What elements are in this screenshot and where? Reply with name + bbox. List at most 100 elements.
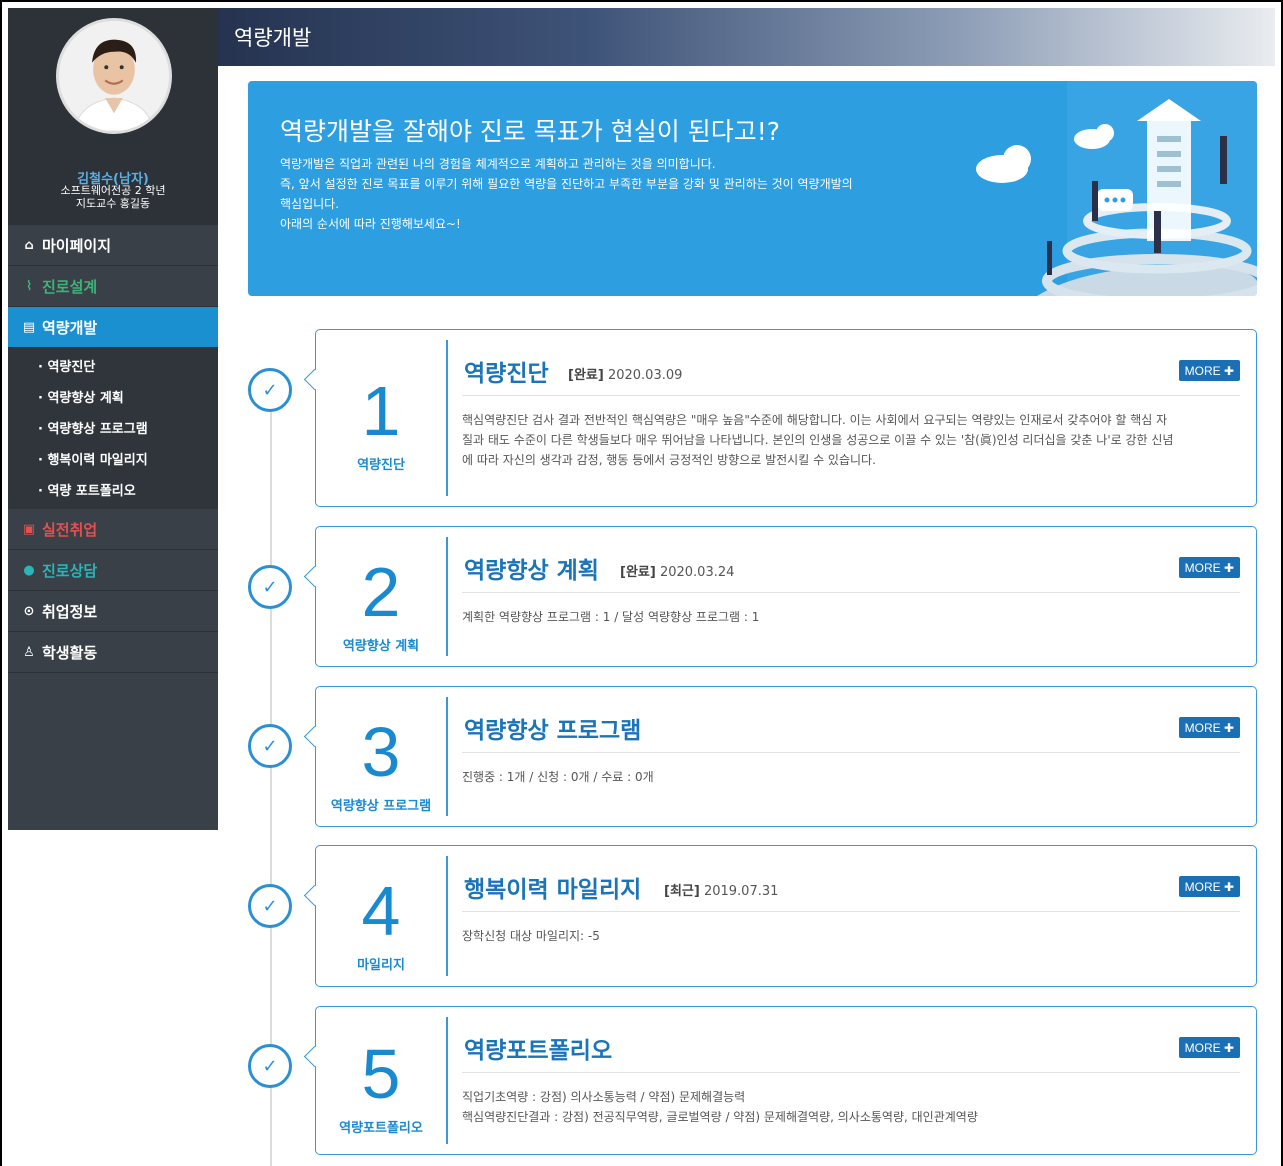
step-label: 마일리지 bbox=[357, 958, 405, 973]
sidebar-menu-lower: ▣ 실전취업 ● 진로상담 ⊙ 취업정보 ♙ 학생활동 bbox=[8, 509, 218, 673]
sidebar-item-career-design[interactable]: ⌇ 진로설계 bbox=[8, 266, 218, 307]
step-body-line: 계획한 역량향상 프로그램 : 1 / 달성 역량향상 프로그램 : 1 bbox=[462, 610, 760, 624]
step-title: 역량향상 계획 bbox=[464, 558, 599, 584]
submenu-mileage[interactable]: · 행복이력 마일리지 bbox=[8, 443, 218, 474]
more-button[interactable]: MORE ✚ bbox=[1178, 1037, 1240, 1058]
step-number-panel: 5 역량포트폴리오 bbox=[316, 1017, 448, 1144]
chat-icon: ● bbox=[23, 562, 35, 578]
step-body-line: 핵심역량진단 검사 결과 전반적인 핵심역량은 "매우 높음"수준에 해당합니다… bbox=[462, 413, 1168, 427]
sidebar-item-label: 취업정보 bbox=[42, 602, 98, 621]
step-header: 역량포트폴리오 MORE ✚ bbox=[462, 1017, 1240, 1073]
step-title: 역량진단 bbox=[464, 361, 549, 387]
users-icon: ♙ bbox=[23, 644, 35, 660]
step-label: 역량향상 프로그램 bbox=[330, 799, 432, 814]
sidebar-item-job-info[interactable]: ⊙ 취업정보 bbox=[8, 591, 218, 632]
step-body: 핵심역량진단 검사 결과 전반적인 핵심역량은 "매우 높음"수준에 해당합니다… bbox=[462, 396, 1240, 470]
step-status: [완료] 2020.03.24 bbox=[620, 561, 734, 580]
step-number-panel: 4 마일리지 bbox=[316, 856, 448, 976]
sidebar-menu: ⌂ 마이페이지 ⌇ 진로설계 ▤ 역량개발 bbox=[8, 225, 218, 348]
home-icon: ⌂ bbox=[24, 237, 34, 253]
step-date: 2020.03.09 bbox=[607, 368, 683, 383]
step-header: 역량진단 [완료] 2020.03.09 MORE ✚ bbox=[462, 340, 1240, 396]
sidebar-item-label: 역량개발 bbox=[42, 318, 98, 337]
step-number: 2 bbox=[361, 553, 401, 631]
sidebar-item-label: 마이페이지 bbox=[42, 236, 112, 255]
step-body-line: 직업기초역량 : 강점) 의사소통능력 / 약점) 문제해결능력 bbox=[462, 1090, 746, 1104]
step-body-line: 진행중 : 1개 / 신청 : 0개 / 수료 : 0개 bbox=[462, 770, 654, 784]
step-label: 역량포트폴리오 bbox=[339, 1121, 423, 1136]
step-number-panel: 3 역량향상 프로그램 bbox=[316, 697, 448, 816]
check-icon: ✓ bbox=[248, 368, 292, 412]
check-icon: ✓ bbox=[248, 724, 292, 768]
step-card-plan: 2 역량향상 계획 역량향상 계획 [완료] 2020.03.24 MORE ✚… bbox=[315, 526, 1257, 667]
step-content: 행복이력 마일리지 [최근] 2019.07.31 MORE ✚ 장학신청 대상… bbox=[462, 856, 1240, 946]
sidebar-item-label: 실전취업 bbox=[42, 520, 98, 539]
step-status: [최근] 2019.07.31 bbox=[664, 880, 778, 899]
step-body-line: 에 따라 자신의 생각과 감정, 행동 등에서 긍정적인 방향으로 발전시킬 수… bbox=[462, 453, 876, 467]
more-button[interactable]: MORE ✚ bbox=[1178, 360, 1240, 381]
submenu-diagnosis[interactable]: · 역량진단 bbox=[8, 350, 218, 381]
step-number-panel: 1 역량진단 bbox=[316, 340, 448, 496]
sidebar-item-employment[interactable]: ▣ 실전취업 bbox=[8, 509, 218, 550]
step-number: 4 bbox=[361, 872, 401, 950]
intro-banner: 역량개발을 잘해야 진로 목표가 현실이 된다고!? 역량개발은 직업과 관련된… bbox=[248, 81, 1257, 296]
sidebar-item-activities[interactable]: ♙ 학생활동 bbox=[8, 632, 218, 673]
id-card-icon: ▣ bbox=[22, 521, 36, 537]
banner-line: 핵심입니다. bbox=[280, 197, 340, 211]
more-button[interactable]: MORE ✚ bbox=[1178, 876, 1240, 897]
check-icon: ✓ bbox=[248, 565, 292, 609]
step-title: 역량포트폴리오 bbox=[464, 1038, 613, 1064]
avatar[interactable] bbox=[56, 18, 172, 134]
step-label: 역량향상 계획 bbox=[342, 639, 420, 654]
step-number: 5 bbox=[361, 1035, 401, 1113]
step-body-line: 질과 태도 수준이 다른 학생들보다 매우 뛰어남을 나타냅니다. 본인의 인생… bbox=[462, 433, 1174, 447]
step-body: 장학신청 대상 마일리지: -5 bbox=[462, 912, 1240, 946]
sidebar-item-label: 진로설계 bbox=[42, 277, 98, 296]
chart-icon: ⌇ bbox=[25, 278, 33, 294]
sidebar-item-competency[interactable]: ▤ 역량개발 bbox=[8, 307, 218, 348]
submenu-portfolio[interactable]: · 역량 포트폴리오 bbox=[8, 474, 218, 505]
info-icon: ⊙ bbox=[23, 603, 35, 619]
step-status-label: [최근] bbox=[664, 884, 700, 899]
profile-advisor: 지도교수 홍길동 bbox=[75, 197, 151, 210]
sidebar-item-mypage[interactable]: ⌂ 마이페이지 bbox=[8, 225, 218, 266]
banner-description: 역량개발은 직업과 관련된 나의 경험을 체계적으로 계획하고 관리하는 것을 … bbox=[280, 154, 930, 234]
step-body: 직업기초역량 : 강점) 의사소통능력 / 약점) 문제해결능력 핵심역량진단결… bbox=[462, 1073, 1240, 1127]
step-date: 2020.03.24 bbox=[659, 565, 735, 580]
step-content: 역량향상 프로그램 MORE ✚ 진행중 : 1개 / 신청 : 0개 / 수료… bbox=[462, 697, 1240, 787]
check-icon: ✓ bbox=[248, 1044, 292, 1088]
submenu-program[interactable]: · 역량향상 프로그램 bbox=[8, 412, 218, 443]
submenu-plan[interactable]: · 역량향상 계획 bbox=[8, 381, 218, 412]
step-content: 역량진단 [완료] 2020.03.09 MORE ✚ 핵심역량진단 검사 결과… bbox=[462, 340, 1240, 470]
sidebar: 김철수(남자) 소프트웨어전공 2 학년 지도교수 홍길동 ⌂ 마이페이지 ⌇ … bbox=[8, 8, 218, 830]
step-date: 2019.07.31 bbox=[703, 884, 779, 899]
check-icon: ✓ bbox=[248, 884, 292, 928]
step-card-portfolio: 5 역량포트폴리오 역량포트폴리오 MORE ✚ 직업기초역량 : 강점) 의사… bbox=[315, 1006, 1257, 1155]
banner-illustration bbox=[976, 81, 1257, 296]
sidebar-submenu: · 역량진단 · 역량향상 계획 · 역량향상 프로그램 · 행복이력 마일리지… bbox=[8, 348, 218, 509]
more-button[interactable]: MORE ✚ bbox=[1178, 717, 1240, 738]
step-status-label: [완료] bbox=[568, 368, 604, 383]
step-number: 1 bbox=[361, 372, 401, 450]
step-body-line: 장학신청 대상 마일리지: -5 bbox=[462, 929, 600, 943]
profile-panel: 김철수(남자) 소프트웨어전공 2 학년 지도교수 홍길동 bbox=[8, 8, 218, 225]
step-number-panel: 2 역량향상 계획 bbox=[316, 537, 448, 656]
sidebar-item-counseling[interactable]: ● 진로상담 bbox=[8, 550, 218, 591]
sidebar-item-label: 학생활동 bbox=[42, 643, 98, 662]
step-content: 역량포트폴리오 MORE ✚ 직업기초역량 : 강점) 의사소통능력 / 약점)… bbox=[462, 1017, 1240, 1127]
banner-line: 역량개발은 직업과 관련된 나의 경험을 체계적으로 계획하고 관리하는 것을 … bbox=[280, 157, 716, 171]
step-status-label: [완료] bbox=[620, 565, 656, 580]
step-body: 진행중 : 1개 / 신청 : 0개 / 수료 : 0개 bbox=[462, 753, 1240, 787]
page-header: 역량개발 bbox=[218, 8, 1275, 66]
banner-line: 즉, 앞서 설정한 진로 목표를 이루기 위해 필요한 역량을 진단하고 부족한… bbox=[280, 177, 853, 191]
avatar-photo-icon bbox=[59, 21, 169, 131]
step-card-diagnosis: 1 역량진단 역량진단 [완료] 2020.03.09 MORE ✚ 핵심역량진… bbox=[315, 329, 1257, 507]
step-body: 계획한 역량향상 프로그램 : 1 / 달성 역량향상 프로그램 : 1 bbox=[462, 593, 1240, 627]
step-header: 역량향상 계획 [완료] 2020.03.24 MORE ✚ bbox=[462, 537, 1240, 593]
step-content: 역량향상 계획 [완료] 2020.03.24 MORE ✚ 계획한 역량향상 … bbox=[462, 537, 1240, 627]
step-label: 역량진단 bbox=[357, 458, 405, 473]
more-button[interactable]: MORE ✚ bbox=[1178, 557, 1240, 578]
step-status: [완료] 2020.03.09 bbox=[568, 364, 682, 383]
step-header: 역량향상 프로그램 MORE ✚ bbox=[462, 697, 1240, 753]
step-number: 3 bbox=[361, 713, 401, 791]
